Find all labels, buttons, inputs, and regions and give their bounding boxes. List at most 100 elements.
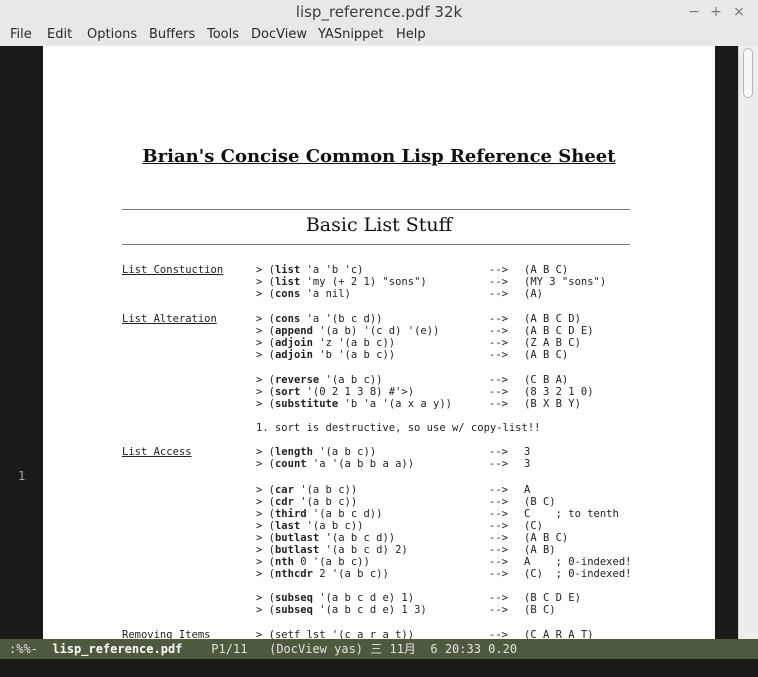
result-value: 3 — [524, 446, 531, 458]
function-args: '(a b c)) — [293, 496, 358, 508]
menu-docview[interactable]: DocView — [251, 27, 307, 42]
result-value: (A B C) — [524, 264, 569, 276]
result-value: (MY 3 "sons") — [524, 276, 607, 288]
window-title: lisp_reference.pdf 32k — [295, 3, 463, 21]
menu-file[interactable]: File — [10, 27, 32, 42]
function-name: reverse — [274, 374, 320, 386]
prompt-marker: > — [256, 604, 269, 616]
category-label: List Access — [122, 446, 192, 458]
result-arrow: --> — [489, 458, 508, 470]
result-value: (Z A B C) — [524, 337, 581, 349]
code-expression: > (third '(a b c d)) — [256, 508, 383, 520]
code-expression: > (cons 'a nil) — [256, 288, 351, 300]
function-args: '(a b c d e) 1) — [312, 592, 415, 604]
function-name: butlast — [274, 532, 320, 544]
result-arrow: --> — [489, 337, 508, 349]
menu-edit[interactable]: Edit — [47, 27, 72, 42]
result-value: (C) — [524, 520, 543, 532]
function-name: adjoin — [274, 349, 313, 361]
section-rule-top — [122, 209, 630, 210]
modeline-state: :%%- — [9, 642, 38, 656]
result-value: (C A R A T) — [524, 629, 594, 639]
result-arrow: --> — [489, 276, 508, 288]
menu-yasnippet[interactable]: YASnippet — [318, 27, 384, 42]
function-name: adjoin — [274, 337, 313, 349]
prompt-marker: > — [256, 496, 269, 508]
pdf-page[interactable]: Brian's Concise Common Lisp Reference Sh… — [43, 46, 715, 639]
result-arrow: --> — [489, 592, 508, 604]
prompt-marker: > — [256, 508, 269, 520]
result-value: (8 3 2 1 0) — [524, 386, 594, 398]
result-arrow: --> — [489, 398, 508, 410]
fringe-line-number: 1 — [18, 469, 26, 483]
function-args: 'a '(a b b a a)) — [306, 458, 415, 470]
scrollbar-thumb[interactable] — [743, 48, 753, 98]
function-name: butlast — [274, 544, 320, 556]
code-expression: > (reverse '(a b c)) — [256, 374, 383, 386]
code-expression: > (subseq '(a b c d e) 1 3) — [256, 604, 427, 616]
function-name: append — [274, 325, 313, 337]
function-name: cons — [274, 288, 301, 300]
code-expression: > (length '(a b c)) — [256, 446, 377, 458]
result-value: (A B C D) — [524, 313, 581, 325]
result-value: (B C) — [524, 496, 556, 508]
menu-bar: File Edit Options Buffers Tools DocView … — [0, 24, 758, 46]
result-value: (C B A) — [524, 374, 569, 386]
result-arrow: --> — [489, 556, 508, 568]
result-value: (A B C) — [524, 532, 569, 544]
section-heading: Basic List Stuff — [305, 214, 453, 236]
close-icon[interactable]: × — [732, 4, 746, 20]
prompt-marker: > — [256, 288, 269, 300]
category-label: List Alteration — [122, 313, 217, 325]
function-args: '(a b c d)) — [319, 532, 396, 544]
scrollbar[interactable] — [738, 46, 758, 639]
function-name: list — [274, 264, 301, 276]
code-expression: > (count 'a '(a b b a a)) — [256, 458, 415, 470]
function-args: '(a b c)) — [312, 446, 377, 458]
function-args: '(a b c)) — [300, 520, 364, 532]
menu-options[interactable]: Options — [87, 27, 137, 42]
maximize-icon[interactable]: + — [709, 4, 723, 20]
result-arrow: --> — [489, 532, 508, 544]
prompt-marker: > — [256, 484, 269, 496]
prompt-marker: > — [256, 313, 269, 325]
function-args: 'my (+ 2 1) "sons") — [300, 276, 427, 288]
prompt-marker: > — [256, 349, 269, 361]
menu-tools[interactable]: Tools — [207, 27, 239, 42]
function-name: nthcdr — [274, 568, 313, 580]
code-expression: > (list 'a 'b 'c) — [256, 264, 364, 276]
result-arrow: --> — [489, 264, 508, 276]
result-arrow: --> — [489, 508, 508, 520]
minimize-icon[interactable]: − — [687, 4, 701, 20]
function-args: 'b 'a '(a x a y)) — [338, 398, 452, 410]
code-expression: > (append '(a b) '(c d) '(e)) — [256, 325, 440, 337]
result-value: (A) — [524, 288, 543, 300]
function-args: 'a nil) — [300, 288, 351, 300]
prompt-marker: > — [256, 325, 269, 337]
function-args: 'a '(b c d)) — [300, 313, 383, 325]
function-name: length — [274, 446, 313, 458]
function-args: '(a b c d)) — [306, 508, 383, 520]
function-name: subseq — [274, 592, 313, 604]
function-name: last — [274, 520, 301, 532]
prompt-marker: > — [256, 520, 269, 532]
function-name: nth — [274, 556, 294, 568]
code-expression: > (nthcdr 2 '(a b c)) — [256, 568, 389, 580]
prompt-marker: > — [256, 398, 269, 410]
minibuffer[interactable] — [0, 659, 758, 677]
result-arrow: --> — [489, 568, 508, 580]
result-value: (B X B Y) — [524, 398, 581, 410]
prompt-marker: > — [256, 374, 269, 386]
emacs-window: 1 Brian's Concise Common Lisp Reference … — [0, 46, 758, 639]
result-arrow: --> — [489, 386, 508, 398]
prompt-marker: > — [256, 592, 269, 604]
menu-buffers[interactable]: Buffers — [149, 27, 195, 42]
function-args: 'b '(a b c)) — [312, 349, 396, 361]
result-value: A ; 0-indexed! — [524, 556, 632, 568]
code-expression: > (butlast '(a b c d) 2) — [256, 544, 408, 556]
result-value: (A B) — [524, 544, 556, 556]
code-expression: > (cons 'a '(b c d)) — [256, 313, 383, 325]
result-value: (C) ; 0-indexed! — [524, 568, 632, 580]
result-value: (A B C D E) — [524, 325, 594, 337]
menu-help[interactable]: Help — [396, 27, 426, 42]
